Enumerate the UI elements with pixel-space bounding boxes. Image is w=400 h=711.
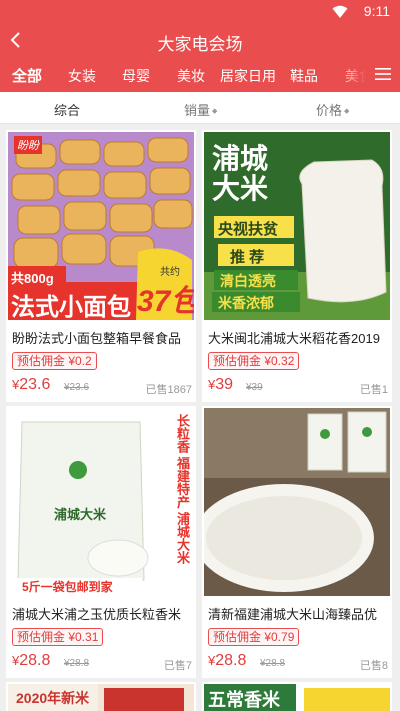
product-card[interactable]: 浦城大米 5斤一袋包邮到家 长粒香 福建特产 浦城大米 浦城大米浦之玉优质长粒香… [6, 406, 196, 678]
sort-caret-icon: ◆ [212, 108, 218, 115]
status-bar: 9:11 [0, 0, 400, 24]
tab-womens-clothing[interactable]: 女装 [68, 66, 96, 86]
image-line1-text: 央视扶贫 [218, 221, 279, 238]
tab-mother-baby[interactable]: 母婴 [122, 66, 150, 86]
sort-comprehensive[interactable]: 综合 [54, 100, 80, 119]
image-line3-text: 清白透亮 [220, 273, 276, 289]
sold-count: 已售7 [163, 660, 192, 672]
product-image: 五常香米 [204, 684, 390, 711]
app-bar: 大家电会场 [0, 24, 400, 56]
tab-beauty[interactable]: 美妆 [177, 66, 205, 86]
product-name: 浦城大米浦之玉优质长粒香米 [12, 607, 182, 622]
image-bottom-text: 5斤一袋包邮到家 [22, 580, 113, 594]
sold-count: 已售1 [359, 384, 388, 396]
sold-count: 已售8 [359, 660, 388, 672]
sort-price-label: 价格 [316, 103, 343, 118]
image-weight-text: 共800g [11, 271, 54, 286]
category-menu-button[interactable] [366, 56, 400, 92]
product-image: 盼盼 共800g 法式小面包 共约 37包 [8, 132, 194, 320]
image-line4-text: 米香浓郁 [218, 295, 274, 311]
product-name: 大米闽北浦城大米稻花香2019 [208, 331, 380, 346]
price-value: 28.8 [215, 652, 247, 669]
tabs-fade [338, 56, 366, 92]
original-price: ¥28.8 [64, 658, 90, 669]
product-price: ¥28.8 [208, 652, 246, 670]
wifi-icon [332, 5, 348, 18]
tab-all[interactable]: 全部 [12, 65, 42, 86]
tab-home-goods[interactable]: 居家日用 [220, 66, 276, 86]
sort-bar: 综合 销量 ◆ 价格 ◆ [0, 92, 400, 124]
sort-price[interactable]: 价格 ◆ [316, 100, 349, 119]
category-tabs: 全部 女装 母婴 美妆 居家日用 鞋品 美食 [0, 56, 400, 92]
product-card[interactable]: 盼盼 共800g 法式小面包 共约 37包 盼盼法式小面包整箱早餐食品 预估佣金… [6, 130, 196, 402]
product-image: 浦城大米 5斤一袋包邮到家 长粒香 福建特产 浦城大米 [8, 408, 194, 596]
image-title-text: 浦城大米 [212, 143, 269, 204]
product-price: ¥28.8 [12, 652, 50, 670]
menu-icon [375, 68, 391, 80]
product-name: 清新福建浦城大米山海臻品优 [208, 607, 378, 622]
image-bag-text: 浦城大米 [54, 507, 107, 522]
image-count-text: 37包 [137, 285, 194, 318]
original-price: ¥39 [246, 382, 263, 393]
product-price: ¥39 [208, 376, 233, 394]
sort-caret-icon: ◆ [344, 108, 350, 115]
original-price: ¥23.6 [64, 382, 90, 393]
price-value: 28.8 [19, 652, 51, 669]
page-title: 大家电会场 [157, 35, 243, 54]
commission-badge: 预估佣金 ¥0.2 [12, 352, 97, 370]
price-value: 39 [215, 376, 234, 393]
tab-shoes[interactable]: 鞋品 [290, 66, 318, 86]
image-side-text: 长粒香 福建特产 浦城大米 [175, 414, 190, 565]
image-slogan-text: 法式小面包 [11, 294, 131, 320]
image-brand-text: 盼盼 [14, 136, 42, 154]
original-price: ¥28.8 [260, 658, 286, 669]
product-image: 浦城大米 央视扶贫 推 荐 清白透亮 米香浓郁 [204, 132, 390, 320]
commission-badge: 预估佣金 ¥0.32 [208, 352, 300, 370]
product-card[interactable]: 2020年新米 [6, 682, 196, 711]
sort-sales-label: 销量 [184, 103, 211, 118]
image-label-text: 2020年新米 [16, 690, 90, 706]
sort-sales[interactable]: 销量 ◆ [184, 100, 217, 119]
product-card[interactable]: 浦城大米 央视扶贫 推 荐 清白透亮 米香浓郁 大米闽北浦城大米稻花香2019 … [202, 130, 392, 402]
image-line2-text: 推 荐 [230, 249, 265, 266]
status-time: 9:11 [363, 3, 390, 19]
product-price: ¥23.6 [12, 376, 50, 394]
product-image: 2020年新米 [8, 684, 194, 711]
product-name: 盼盼法式小面包整箱早餐食品 [12, 331, 182, 346]
sold-count: 已售1867 [145, 384, 192, 396]
image-label-text: 五常香米 [208, 690, 280, 710]
product-card[interactable]: 五常香米 [202, 682, 392, 711]
commission-badge: 预估佣金 ¥0.31 [12, 628, 104, 646]
price-value: 23.6 [19, 376, 51, 393]
commission-badge: 预估佣金 ¥0.79 [208, 628, 300, 646]
product-card[interactable]: 清新福建浦城大米山海臻品优 预估佣金 ¥0.79 ¥28.8 ¥28.8 已售8 [202, 406, 392, 678]
product-image [204, 408, 390, 596]
